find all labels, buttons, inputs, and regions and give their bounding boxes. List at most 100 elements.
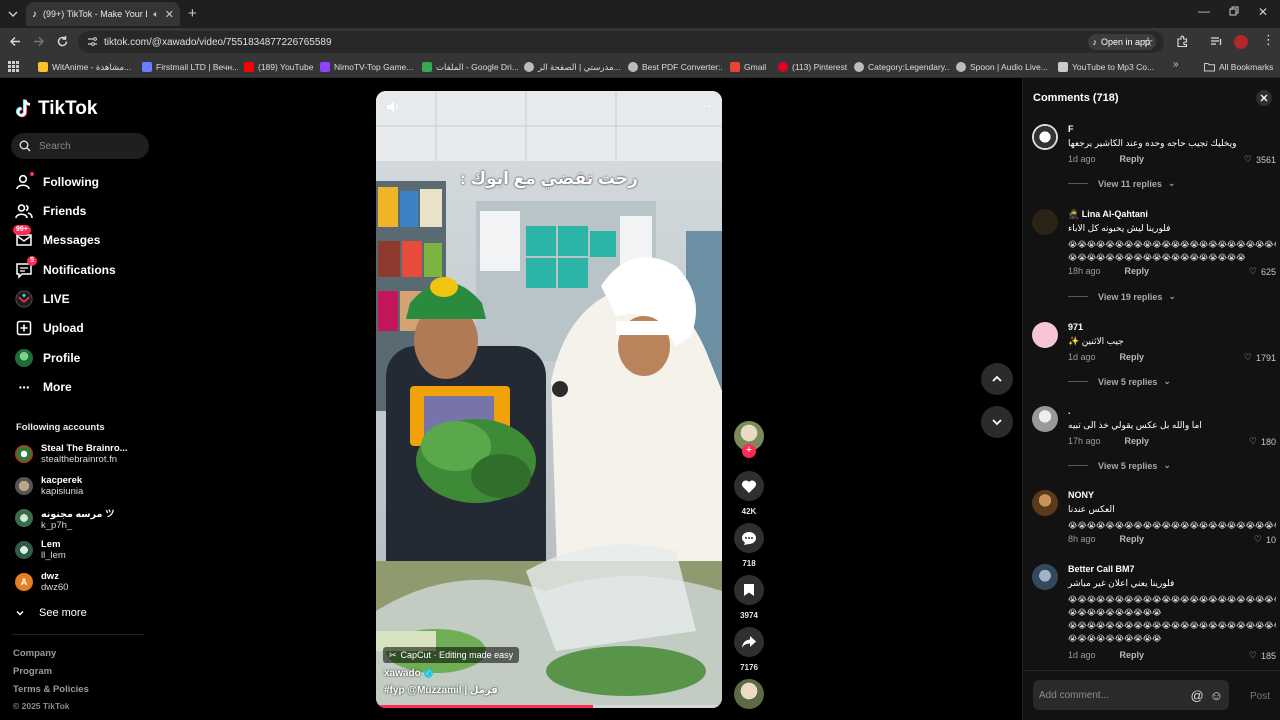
bookmark-item[interactable]: Best PDF Converter:...: [628, 60, 722, 74]
speaker-icon[interactable]: 🔈︎: [153, 9, 158, 20]
video-caption[interactable]: #fyp @Muzzamil | قزمل: [384, 685, 498, 696]
bookmark-item[interactable]: Spoon | Audio Live...: [956, 60, 1048, 74]
view-replies-button[interactable]: View 11 replies ⌄: [1068, 178, 1175, 189]
avatar[interactable]: [1032, 564, 1058, 590]
reply-button[interactable]: Reply: [1120, 154, 1145, 164]
followed-account[interactable]: kacperek kapisiunia: [15, 472, 83, 500]
followed-account[interactable]: مرسه مجنونه ツ k_p7h_: [15, 504, 115, 532]
previous-video-button[interactable]: [981, 363, 1013, 395]
new-tab-icon[interactable]: +: [188, 5, 197, 22]
nav-notifications[interactable]: 5 Notifications: [15, 256, 116, 281]
profile-avatar-icon[interactable]: [1234, 35, 1248, 49]
bookmark-item[interactable]: مدرستي | الصفحة الر...: [524, 60, 620, 74]
footer-link-terms[interactable]: Terms & Policies: [13, 684, 89, 695]
comment-username[interactable]: NONY: [1068, 490, 1094, 500]
site-info-icon[interactable]: [87, 36, 98, 47]
browser-menu-icon[interactable]: ⋮: [1262, 33, 1275, 47]
bookmark-item[interactable]: Firstmail LTD | Вечн...: [142, 60, 238, 74]
bookmark-item[interactable]: (189) YouTube: [244, 60, 316, 74]
more-bookmarks-icon[interactable]: »: [1173, 59, 1179, 70]
comment-like-button[interactable]: ♡ 180: [1249, 436, 1276, 447]
nav-upload[interactable]: Upload: [15, 317, 84, 339]
bookmark-item[interactable]: WitAnime - مشاهدة...: [38, 60, 134, 74]
video-author[interactable]: xawado ✓: [384, 668, 433, 679]
apps-grid-icon[interactable]: [8, 61, 19, 72]
comment-username[interactable]: .: [1068, 406, 1071, 416]
nav-more[interactable]: ··· More: [15, 376, 72, 398]
nav-friends[interactable]: Friends: [15, 200, 86, 222]
back-icon[interactable]: [9, 35, 22, 48]
bookmark-item[interactable]: NimoTV-Top Game...: [320, 60, 414, 74]
all-bookmarks-button[interactable]: All Bookmarks: [1204, 60, 1276, 74]
reply-button[interactable]: Reply: [1125, 266, 1150, 276]
avatar[interactable]: [1032, 406, 1058, 432]
music-disc[interactable]: [734, 679, 764, 709]
reply-button[interactable]: Reply: [1125, 436, 1150, 446]
restore-icon[interactable]: [1229, 6, 1239, 16]
view-replies-button[interactable]: View 19 replies ⌄: [1068, 291, 1176, 302]
comment-button[interactable]: 718: [734, 523, 764, 568]
mention-icon[interactable]: @: [1191, 688, 1204, 703]
creator-avatar[interactable]: +: [734, 421, 764, 458]
avatar[interactable]: [1032, 322, 1058, 348]
tab-close-icon[interactable]: ✕: [165, 8, 174, 21]
reply-button[interactable]: Reply: [1120, 650, 1145, 660]
avatar[interactable]: [1032, 209, 1058, 235]
video-more-icon[interactable]: ···: [699, 97, 711, 113]
bookmark-item[interactable]: Gmail: [730, 60, 770, 74]
comment-username[interactable]: Better Call BM7: [1068, 564, 1135, 574]
comment-username[interactable]: 🥷 Lina Al-Qahtani: [1068, 209, 1148, 220]
close-comments-button[interactable]: [1256, 90, 1272, 106]
search-input[interactable]: Search: [11, 133, 149, 159]
window-close-icon[interactable]: ✕: [1258, 5, 1268, 19]
followed-account[interactable]: Steal The Brainro... stealthebrainrot.fn: [15, 440, 128, 468]
avatar[interactable]: [1032, 124, 1058, 150]
comment-like-button[interactable]: ♡ 185: [1249, 650, 1276, 661]
post-comment-button[interactable]: Post: [1250, 691, 1270, 702]
comment-like-button[interactable]: ♡ 1791: [1244, 352, 1276, 363]
nav-following[interactable]: Following: [15, 171, 99, 193]
reload-icon[interactable]: [56, 35, 69, 48]
tiktok-logo[interactable]: TikTok: [16, 98, 97, 120]
follow-plus-icon[interactable]: +: [742, 444, 756, 458]
save-button[interactable]: 3974: [734, 575, 764, 620]
reply-button[interactable]: Reply: [1120, 352, 1145, 362]
forward-icon[interactable]: [32, 35, 45, 48]
see-more-button[interactable]: See more: [15, 599, 87, 627]
bookmark-item[interactable]: الملفات - Google Dri...: [422, 60, 518, 74]
volume-icon[interactable]: [386, 101, 400, 113]
video-player[interactable]: ··· رحت تقضي مع ابوك : ✂ CapCut · Editin…: [376, 91, 722, 708]
comment-like-button[interactable]: ♡ 10: [1254, 534, 1276, 545]
address-bar[interactable]: tiktok.com/@xawado/video/755183487722676…: [78, 31, 1164, 53]
comment-like-button[interactable]: ♡ 625: [1249, 266, 1276, 277]
share-button[interactable]: 7176: [734, 627, 764, 672]
view-replies-button[interactable]: View 5 replies ⌄: [1068, 460, 1171, 471]
nav-messages[interactable]: 99+ Messages: [13, 225, 100, 251]
add-comment-input[interactable]: Add comment... @ ☺: [1033, 680, 1229, 710]
nav-profile[interactable]: Profile: [15, 347, 80, 369]
like-button[interactable]: 42K: [734, 471, 764, 516]
followed-account[interactable]: Lem ll_lem: [15, 536, 66, 564]
extensions-icon[interactable]: [1176, 35, 1189, 48]
capcut-tag[interactable]: ✂ CapCut · Editing made easy: [383, 647, 520, 663]
minimize-icon[interactable]: —: [1198, 4, 1210, 18]
tab-list-chevron-icon[interactable]: [6, 7, 20, 21]
bookmark-item[interactable]: (113) Pinterest: [778, 60, 848, 74]
footer-link-program[interactable]: Program: [13, 666, 52, 677]
comment-username[interactable]: F: [1068, 124, 1074, 134]
bookmark-item[interactable]: Category:Legendary...: [854, 60, 950, 74]
footer-link-company[interactable]: Company: [13, 648, 56, 659]
comment-like-button[interactable]: ♡ 3561: [1244, 154, 1276, 165]
avatar[interactable]: [1032, 490, 1058, 516]
nav-live[interactable]: LIVE: [15, 288, 70, 310]
browser-tab[interactable]: ♪ (99+) TikTok - Make Your Day 🔈︎ ✕: [26, 2, 180, 26]
followed-account[interactable]: A dwz dwz60: [15, 568, 68, 596]
media-control-icon[interactable]: [1210, 35, 1223, 48]
comment-username[interactable]: 971: [1068, 322, 1083, 332]
next-video-button[interactable]: [981, 406, 1013, 438]
emoji-icon[interactable]: ☺: [1210, 688, 1223, 703]
reply-button[interactable]: Reply: [1120, 534, 1145, 544]
bookmark-star-icon[interactable]: ☆: [1142, 34, 1154, 50]
view-replies-button[interactable]: View 5 replies ⌄: [1068, 376, 1171, 387]
bookmark-item[interactable]: YouTube to Mp3 Co...: [1058, 60, 1154, 74]
